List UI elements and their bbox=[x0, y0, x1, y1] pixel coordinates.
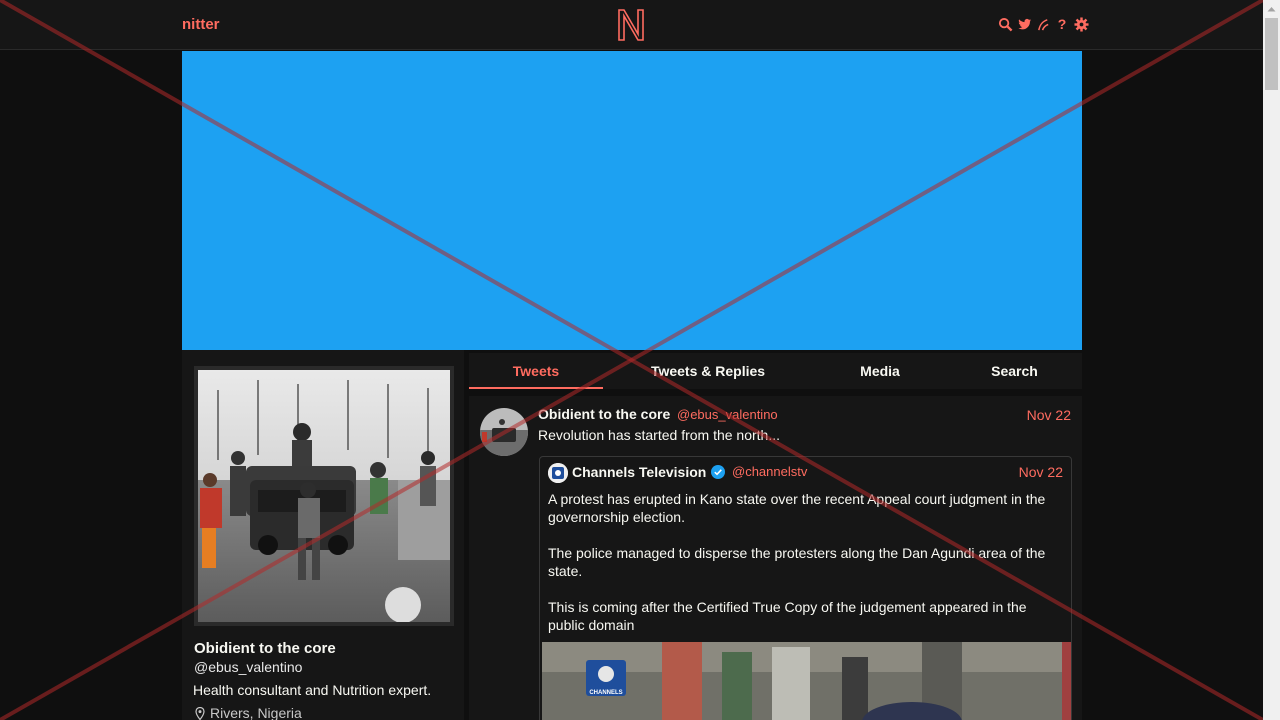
page-scrollbar[interactable] bbox=[1263, 0, 1280, 720]
verified-icon bbox=[711, 465, 725, 479]
location-pin-icon bbox=[195, 706, 205, 720]
settings-icon[interactable] bbox=[1073, 16, 1089, 32]
quoted-tweet[interactable]: Channels Television @channelstv Nov 22 A… bbox=[539, 456, 1072, 720]
brand-link[interactable]: nitter bbox=[182, 16, 220, 33]
scrollbar-thumb[interactable] bbox=[1265, 18, 1278, 90]
profile-username[interactable]: @ebus_valentino bbox=[194, 659, 302, 675]
tweet-avatar[interactable] bbox=[480, 408, 528, 456]
channels-logo-icon bbox=[548, 463, 568, 483]
quote-media-photo: CHANNELS bbox=[542, 642, 1071, 720]
search-icon[interactable] bbox=[997, 16, 1013, 32]
quote-username[interactable]: @channelstv bbox=[732, 464, 807, 479]
navbar: nitter ? bbox=[0, 0, 1263, 50]
profile-card: Obidient to the core @ebus_valentino Hea… bbox=[182, 350, 464, 720]
quote-paragraph: The police managed to disperse the prote… bbox=[548, 545, 1046, 579]
help-icon[interactable]: ? bbox=[1054, 16, 1070, 32]
profile-fullname[interactable]: Obidient to the core bbox=[194, 640, 336, 657]
tweet-text: Revolution has started from the north... bbox=[538, 427, 781, 443]
rss-icon[interactable] bbox=[1035, 16, 1051, 32]
tweet-avatar-photo bbox=[480, 408, 528, 456]
avatar-photo bbox=[198, 370, 450, 622]
tab-search[interactable]: Search bbox=[947, 353, 1082, 389]
twitter-icon[interactable] bbox=[1016, 16, 1032, 32]
nitter-logo[interactable] bbox=[617, 8, 645, 42]
quote-fullname[interactable]: Channels Television bbox=[572, 464, 706, 480]
scroll-up-arrow-icon[interactable] bbox=[1263, 0, 1280, 17]
nav-icons: ? bbox=[997, 16, 1089, 32]
tweet-date[interactable]: Nov 22 bbox=[1027, 407, 1071, 423]
profile-location: Rivers, Nigeria bbox=[195, 705, 302, 720]
quote-paragraph: A protest has erupted in Kano state over… bbox=[548, 491, 1046, 525]
tab-tweets-replies[interactable]: Tweets & Replies bbox=[603, 353, 813, 389]
tweet-fullname[interactable]: Obidient to the core bbox=[538, 406, 670, 422]
tweet-username[interactable]: @ebus_valentino bbox=[677, 407, 778, 422]
tab-media[interactable]: Media bbox=[813, 353, 947, 389]
channels-watermark: CHANNELS bbox=[589, 690, 622, 696]
profile-banner[interactable] bbox=[182, 51, 1082, 350]
timeline: Obidient to the core @ebus_valentino Nov… bbox=[469, 396, 1082, 720]
quote-paragraph: This is coming after the Certified True … bbox=[548, 599, 1027, 633]
timeline-tabs: Tweets Tweets & Replies Media Search bbox=[469, 353, 1082, 389]
location-text: Rivers, Nigeria bbox=[210, 705, 302, 720]
quote-date[interactable]: Nov 22 bbox=[1019, 464, 1063, 480]
tab-tweets[interactable]: Tweets bbox=[469, 353, 603, 389]
profile-bio: Health consultant and Nutrition expert. bbox=[193, 682, 432, 698]
quote-avatar[interactable] bbox=[548, 463, 568, 483]
profile-avatar[interactable] bbox=[194, 366, 454, 626]
quote-media-image[interactable]: CHANNELS bbox=[542, 642, 1071, 720]
quote-text: A protest has erupted in Kano state over… bbox=[548, 490, 1063, 652]
